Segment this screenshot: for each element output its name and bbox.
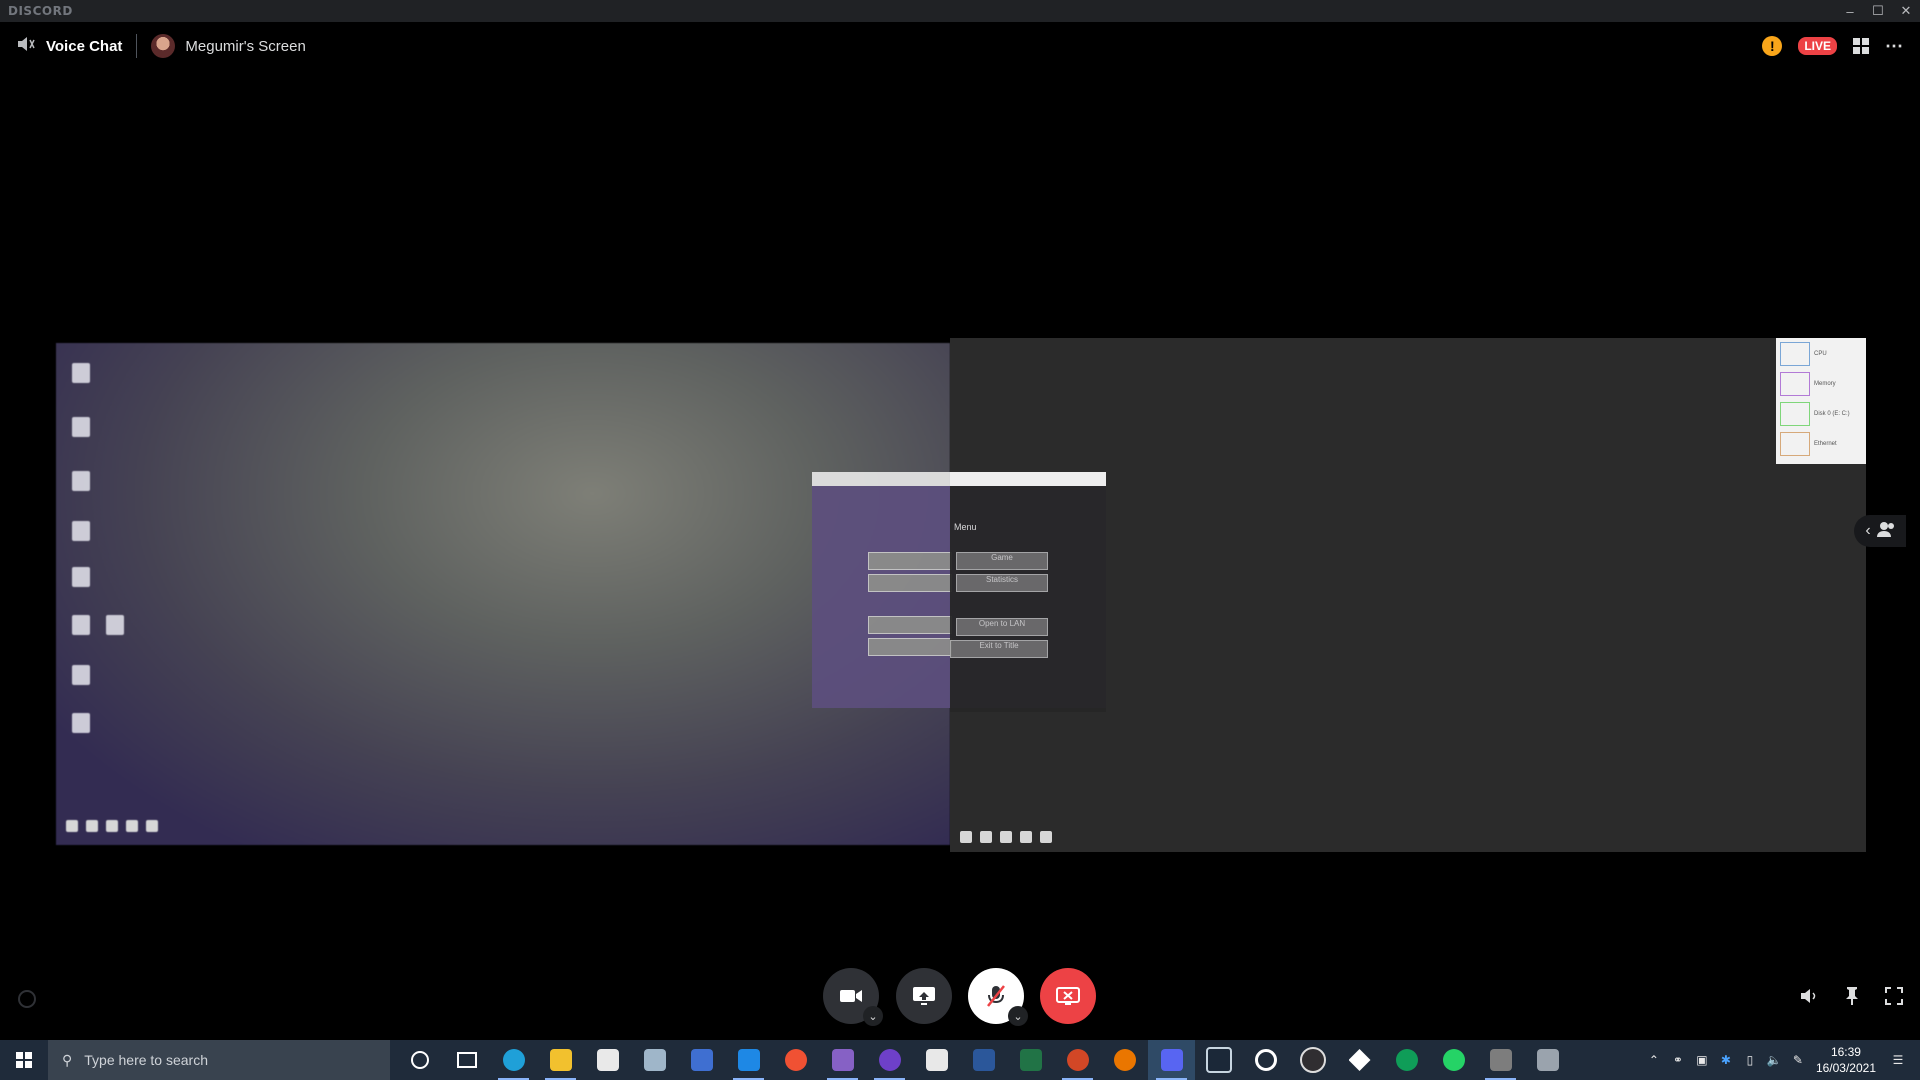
visual-studio-icon[interactable] bbox=[819, 1040, 866, 1080]
cortana-icon[interactable] bbox=[396, 1040, 443, 1080]
search-placeholder: Type here to search bbox=[84, 1052, 209, 1068]
chevron-up-icon[interactable]: ⌃ bbox=[1642, 1053, 1666, 1067]
blender-icon[interactable] bbox=[1101, 1040, 1148, 1080]
steam-icon[interactable] bbox=[1195, 1040, 1242, 1080]
menu-button: Exit to Title bbox=[950, 640, 1048, 658]
volume-icon[interactable]: 🔈 bbox=[1762, 1053, 1786, 1067]
usb-icon[interactable]: ▯ bbox=[1738, 1053, 1762, 1067]
obs-icon[interactable] bbox=[1289, 1040, 1336, 1080]
unity-icon[interactable] bbox=[1336, 1040, 1383, 1080]
camera-icon bbox=[840, 990, 862, 1002]
word-icon[interactable] bbox=[960, 1040, 1007, 1080]
call-controls: ⌄ ⌄ bbox=[0, 968, 1920, 1026]
spinner-icon bbox=[18, 990, 36, 1008]
remote-taskbar bbox=[960, 828, 1052, 846]
desktop-icon bbox=[72, 713, 90, 733]
system-tray: ⌃ ⚭ ▣ ✱ ▯ 🔈 ✎ 16:39 16/03/2021 ☰ bbox=[1642, 1040, 1920, 1080]
screen-share-icon bbox=[913, 987, 935, 1005]
search-icon: ⚲ bbox=[62, 1051, 73, 1068]
minecraft-window-remote: Menu Game Statistics Open to LAN Exit to… bbox=[950, 472, 1106, 712]
bluetooth-icon[interactable]: ✱ bbox=[1714, 1053, 1738, 1067]
file-explorer-icon[interactable] bbox=[537, 1040, 584, 1080]
volume-button[interactable] bbox=[1795, 982, 1823, 1010]
menu-button: Game bbox=[956, 552, 1048, 570]
stream-view[interactable]: Menu Game Statistics Open to LAN Exit to… bbox=[0, 0, 1920, 1080]
hangouts-icon[interactable] bbox=[1383, 1040, 1430, 1080]
taskbar-apps bbox=[396, 1040, 1571, 1080]
menu-button bbox=[868, 616, 952, 634]
desktop-icon bbox=[72, 521, 90, 541]
desktop-icon bbox=[72, 471, 90, 491]
member-list-toggle[interactable]: ‹ bbox=[1854, 515, 1906, 547]
app-icon[interactable] bbox=[678, 1040, 725, 1080]
file-app-icon[interactable] bbox=[913, 1040, 960, 1080]
windows-logo-icon bbox=[16, 1052, 32, 1068]
share-screen-button[interactable] bbox=[896, 968, 952, 1024]
github-icon[interactable] bbox=[866, 1040, 913, 1080]
menu-button bbox=[868, 574, 952, 592]
vscode-icon[interactable] bbox=[725, 1040, 772, 1080]
excel-icon[interactable] bbox=[1007, 1040, 1054, 1080]
menu-button bbox=[868, 638, 952, 656]
desktop-icon bbox=[72, 615, 90, 635]
edge-icon[interactable] bbox=[490, 1040, 537, 1080]
mail-icon[interactable] bbox=[631, 1040, 678, 1080]
menu-button: Open to LAN bbox=[956, 618, 1048, 636]
microphone-muted-icon bbox=[987, 985, 1005, 1007]
desktop-icon bbox=[72, 363, 90, 383]
app-box-icon[interactable] bbox=[1477, 1040, 1524, 1080]
clock[interactable]: 16:39 16/03/2021 bbox=[1816, 1044, 1876, 1076]
tm-label: Ethernet bbox=[1814, 441, 1837, 447]
clock-date: 16/03/2021 bbox=[1815, 1061, 1876, 1075]
pen-icon[interactable]: ✎ bbox=[1786, 1053, 1810, 1067]
photo-taskbar bbox=[66, 817, 158, 835]
windows-taskbar: ⚲ Type here to search ⌃ ⚭ ▣ ✱ ▯ 🔈 ✎ 16:3… bbox=[0, 1040, 1920, 1080]
tm-label: Disk 0 (E: C:) bbox=[1814, 411, 1850, 417]
camera-button[interactable]: ⌄ bbox=[823, 968, 883, 1026]
app-screen-icon[interactable] bbox=[1524, 1040, 1571, 1080]
store-icon[interactable] bbox=[584, 1040, 631, 1080]
stop-streaming-button[interactable] bbox=[1040, 968, 1096, 1024]
desktop-icon bbox=[72, 665, 90, 685]
discord-icon[interactable] bbox=[1148, 1040, 1195, 1080]
desktop-icon bbox=[106, 615, 124, 635]
volume-icon bbox=[1801, 989, 1816, 1003]
fullscreen-button[interactable] bbox=[1880, 982, 1908, 1010]
powerpoint-icon[interactable] bbox=[1054, 1040, 1101, 1080]
taskbar-search[interactable]: ⚲ Type here to search bbox=[48, 1040, 390, 1080]
chevron-left-icon: ‹ bbox=[1865, 522, 1871, 539]
pin-icon bbox=[1846, 987, 1858, 1005]
task-view-icon[interactable] bbox=[443, 1040, 490, 1080]
tm-label: Memory bbox=[1814, 381, 1836, 387]
menu-title: Menu bbox=[954, 522, 977, 532]
tm-label: CPU bbox=[1814, 351, 1827, 357]
stop-streaming-icon bbox=[1056, 987, 1080, 1005]
network-icon[interactable]: ▣ bbox=[1690, 1053, 1714, 1067]
git-tool-icon[interactable] bbox=[772, 1040, 819, 1080]
menu-button bbox=[868, 552, 952, 570]
desktop-icon bbox=[72, 417, 90, 437]
headset-icon[interactable]: ⚭ bbox=[1666, 1053, 1690, 1067]
notifications-icon[interactable]: ☰ bbox=[1886, 1053, 1910, 1067]
chevron-down-icon[interactable]: ⌄ bbox=[1008, 1006, 1028, 1026]
desktop-icon bbox=[72, 567, 90, 587]
people-icon bbox=[1876, 521, 1895, 542]
pop-out-button[interactable] bbox=[1838, 982, 1866, 1010]
task-manager-widget: CPU Memory Disk 0 (E: C:) Ethernet bbox=[1776, 338, 1866, 464]
start-button[interactable] bbox=[0, 1040, 48, 1080]
app-circle-icon[interactable] bbox=[1242, 1040, 1289, 1080]
clock-time: 16:39 bbox=[1830, 1045, 1861, 1059]
window-titlebar bbox=[950, 472, 1106, 486]
chevron-down-icon[interactable]: ⌄ bbox=[863, 1006, 883, 1026]
fullscreen-icon bbox=[1885, 987, 1903, 1005]
menu-button: Statistics bbox=[956, 574, 1048, 592]
mute-button[interactable]: ⌄ bbox=[968, 968, 1028, 1026]
whatsapp-icon[interactable] bbox=[1430, 1040, 1477, 1080]
